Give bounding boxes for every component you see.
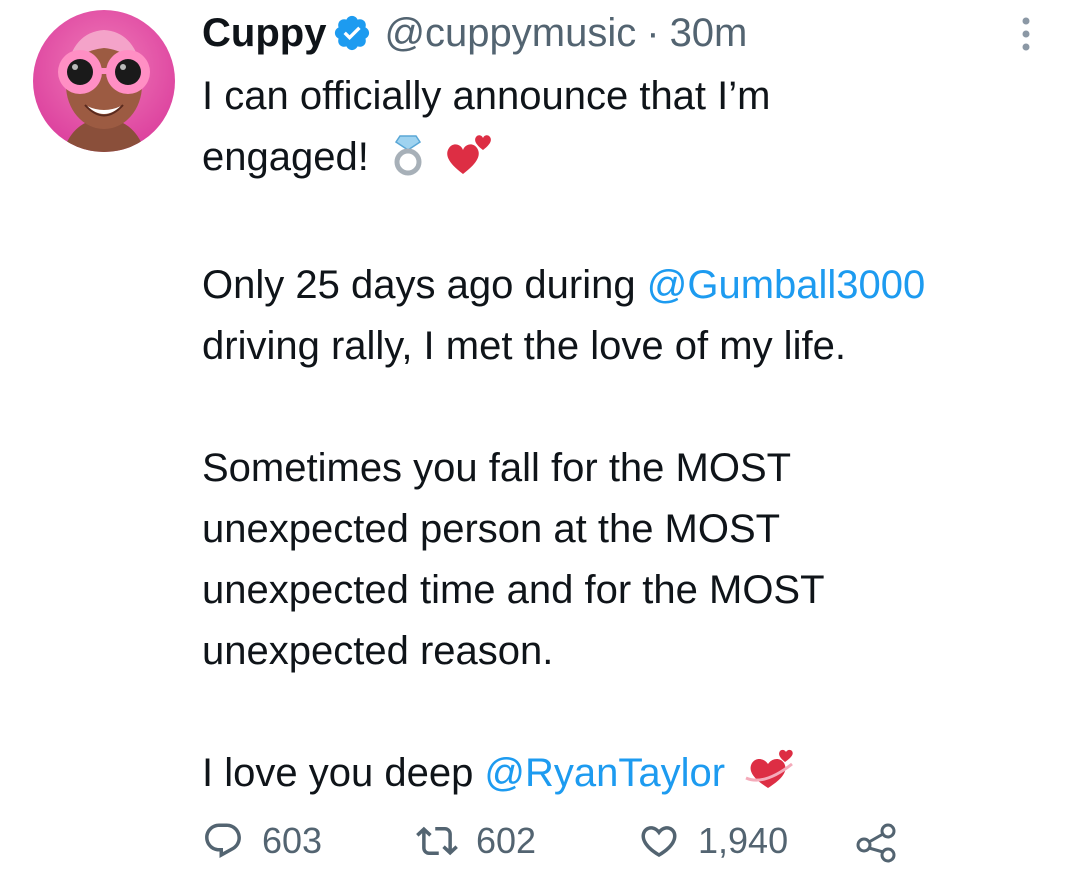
heart-icon xyxy=(638,820,680,862)
mention-link[interactable]: @RyanTaylor xyxy=(484,751,725,795)
reply-count: 603 xyxy=(262,820,323,861)
text-fragment: Only 25 days ago during xyxy=(202,263,647,307)
text-fragment: engaged! xyxy=(202,135,369,179)
tweet-text: I can officially announce that I’m engag… xyxy=(202,66,1062,810)
retweet-button[interactable]: 602 xyxy=(416,816,536,866)
mention-link[interactable]: @Gumball3000 xyxy=(647,263,926,307)
text-line: I love you deep @RyanTaylor xyxy=(202,743,1062,810)
text-fragment: unexpected person at the MOST xyxy=(202,507,781,551)
text-line: unexpected person at the MOST xyxy=(202,499,1062,560)
like-count: 1,940 xyxy=(698,820,789,861)
text-line: engaged! xyxy=(202,127,1062,194)
two-hearts-emoji xyxy=(443,132,495,194)
share-icon xyxy=(854,819,898,863)
heart-with-ribbon-emoji xyxy=(744,748,798,810)
more-options-icon[interactable] xyxy=(1012,14,1040,54)
text-fragment: I can officially announce that I’m xyxy=(202,74,771,118)
retweet-icon xyxy=(416,820,458,862)
share-button[interactable] xyxy=(854,816,898,866)
avatar[interactable] xyxy=(33,10,175,152)
text-line: unexpected reason. xyxy=(202,621,1062,682)
tweet-header: Cuppy @cuppymusic · 30m xyxy=(202,8,747,58)
like-button[interactable]: 1,940 xyxy=(638,816,788,866)
text-line: I can officially announce that I’m xyxy=(202,66,1062,127)
timestamp[interactable]: 30m xyxy=(670,8,748,58)
header-separator: · xyxy=(646,11,660,55)
text-fragment: I love you deep xyxy=(202,751,485,795)
text-line: Only 25 days ago during @Gumball3000 xyxy=(202,255,1062,316)
text-fragment: Sometimes you fall for the MOST xyxy=(202,446,792,490)
handle[interactable]: @cuppymusic xyxy=(384,8,636,58)
text-line: unexpected time and for the MOST xyxy=(202,560,1062,621)
reply-icon xyxy=(202,820,244,862)
text-fragment: unexpected time and for the MOST xyxy=(202,568,825,612)
avatar-image xyxy=(33,10,175,152)
display-name[interactable]: Cuppy xyxy=(202,8,326,58)
text-fragment: unexpected reason. xyxy=(202,629,554,673)
ring-emoji xyxy=(388,132,428,194)
reply-button[interactable]: 603 xyxy=(202,816,322,866)
tweet-actions: 603 602 1,940 xyxy=(202,816,922,866)
text-line: driving rally, I met the love of my life… xyxy=(202,316,1062,377)
verified-badge-icon[interactable] xyxy=(332,13,372,53)
text-fragment: driving rally, I met the love of my life… xyxy=(202,324,846,368)
text-line: Sometimes you fall for the MOST xyxy=(202,438,1062,499)
retweet-count: 602 xyxy=(476,820,537,861)
